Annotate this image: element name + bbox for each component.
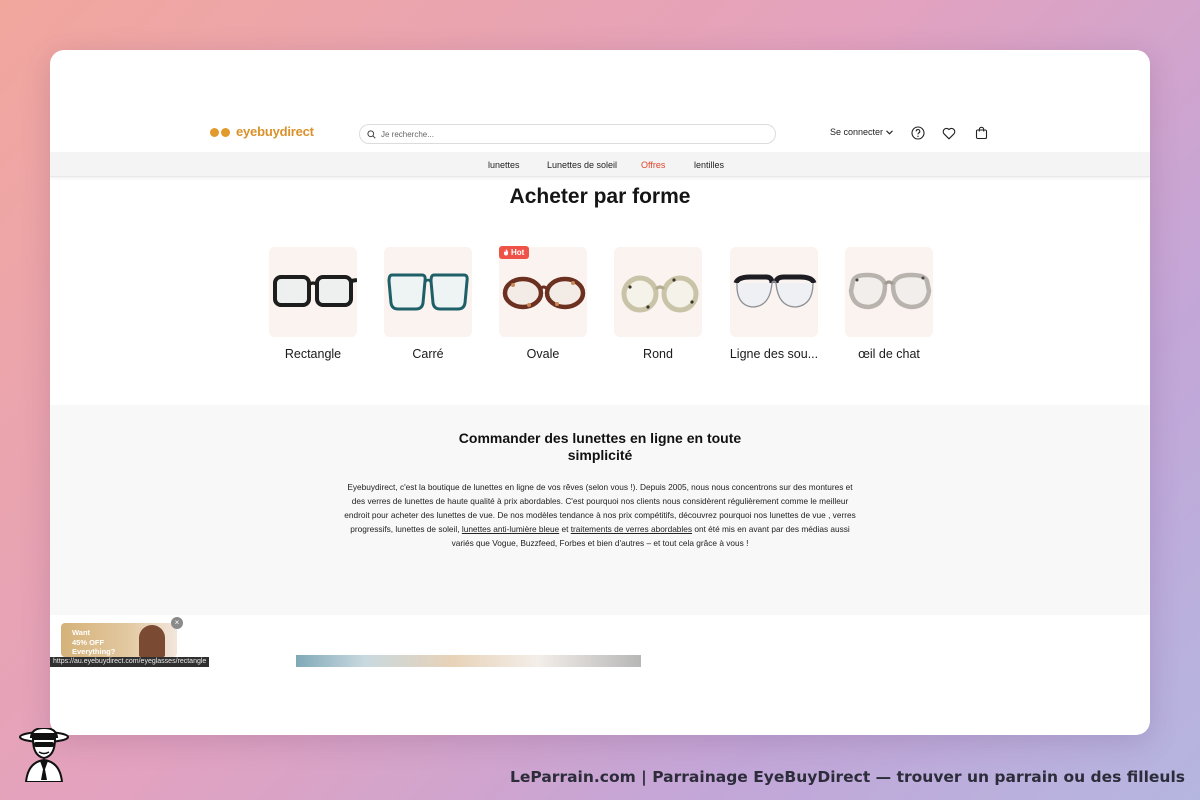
glasses-ovale-image	[499, 247, 587, 337]
hot-badge-label: Hot	[511, 248, 525, 257]
shape-card-oeil-de-chat[interactable]: œil de chat	[845, 247, 933, 361]
leparrain-mascot-logo	[19, 728, 69, 782]
main-nav: lunettes Lunettes de soleil Offres lenti…	[50, 152, 1150, 177]
promo-line-1: Want	[72, 628, 91, 637]
glasses-ligne-des-sourcils-image	[730, 247, 818, 337]
shapes-section-title: Acheter par forme	[509, 185, 691, 208]
logo-glasses-icon	[210, 127, 232, 137]
search-bar[interactable]	[359, 124, 776, 144]
shape-label: Ovale	[526, 347, 560, 361]
close-icon[interactable]: ×	[171, 617, 183, 629]
login-dropdown[interactable]: Se connecter	[830, 127, 893, 137]
shape-label: Ligne des sou...	[729, 347, 819, 361]
search-icon	[367, 129, 376, 139]
info-section: Commander des lunettes en ligne en toute…	[50, 405, 1150, 615]
promo-popup[interactable]: Want 45% OFF Everything?	[61, 623, 177, 657]
shape-card-rond[interactable]: Rond	[614, 247, 702, 361]
site-header: eyebuydirect Se connecter	[50, 112, 1150, 152]
hot-badge: Hot	[499, 246, 530, 259]
shape-card-ovale[interactable]: Hot Ovale	[499, 246, 587, 361]
cart-icon[interactable]	[973, 125, 989, 141]
login-label: Se connecter	[830, 127, 884, 137]
heart-icon[interactable]	[941, 125, 957, 141]
shape-card-rectangle[interactable]: Rectangle	[269, 247, 357, 361]
chevron-down-icon	[886, 129, 893, 135]
info-text-and: et	[561, 524, 569, 534]
nav-item-offres[interactable]: Offres	[641, 160, 665, 170]
glasses-rectangle-image	[269, 247, 357, 337]
page-credit: LeParrain.com | Parrainage EyeBuyDirect …	[510, 768, 1185, 786]
glasses-rond-image	[614, 247, 702, 337]
promo-text: Want 45% OFF Everything?	[72, 628, 132, 657]
shape-label: œil de chat	[858, 347, 920, 361]
flame-icon	[503, 249, 509, 256]
glasses-oeil-de-chat-image	[845, 247, 933, 337]
nav-item-lentilles[interactable]: lentilles	[694, 160, 724, 170]
shape-label: Rond	[643, 347, 673, 361]
shape-card-carre[interactable]: Carré	[384, 247, 472, 361]
nav-item-lunettes[interactable]: lunettes	[488, 160, 520, 170]
nav-item-lunettes-de-soleil[interactable]: Lunettes de soleil	[547, 160, 617, 170]
search-input[interactable]	[381, 129, 761, 139]
link-anti-lumiere-bleue[interactable]: lunettes anti-lumière bleue	[462, 524, 559, 534]
browser-window: eyebuydirect Se connecter	[50, 50, 1150, 735]
shape-label: Carré	[412, 347, 444, 361]
status-bar-url: https://au.eyebuydirect.com/eyeglasses/r…	[50, 657, 210, 667]
shape-card-ligne-des-sourcils[interactable]: Ligne des sou...	[730, 247, 818, 361]
logo-text: eyebuydirect	[236, 124, 314, 139]
logo[interactable]: eyebuydirect	[210, 124, 314, 139]
promo-person-image	[139, 625, 165, 657]
info-paragraph: Eyebuydirect, c'est la boutique de lunet…	[340, 480, 860, 550]
shape-label: Rectangle	[284, 347, 342, 361]
help-icon[interactable]	[910, 125, 926, 141]
promo-line-2: 45% OFF	[72, 637, 105, 647]
banner-image	[296, 655, 641, 667]
link-traitements-verres[interactable]: traitements de verres abordables	[571, 524, 692, 534]
glasses-carre-image	[384, 247, 472, 337]
promo-line-3: Everything?	[72, 647, 116, 656]
info-title: Commander des lunettes en ligne en toute…	[458, 430, 742, 463]
